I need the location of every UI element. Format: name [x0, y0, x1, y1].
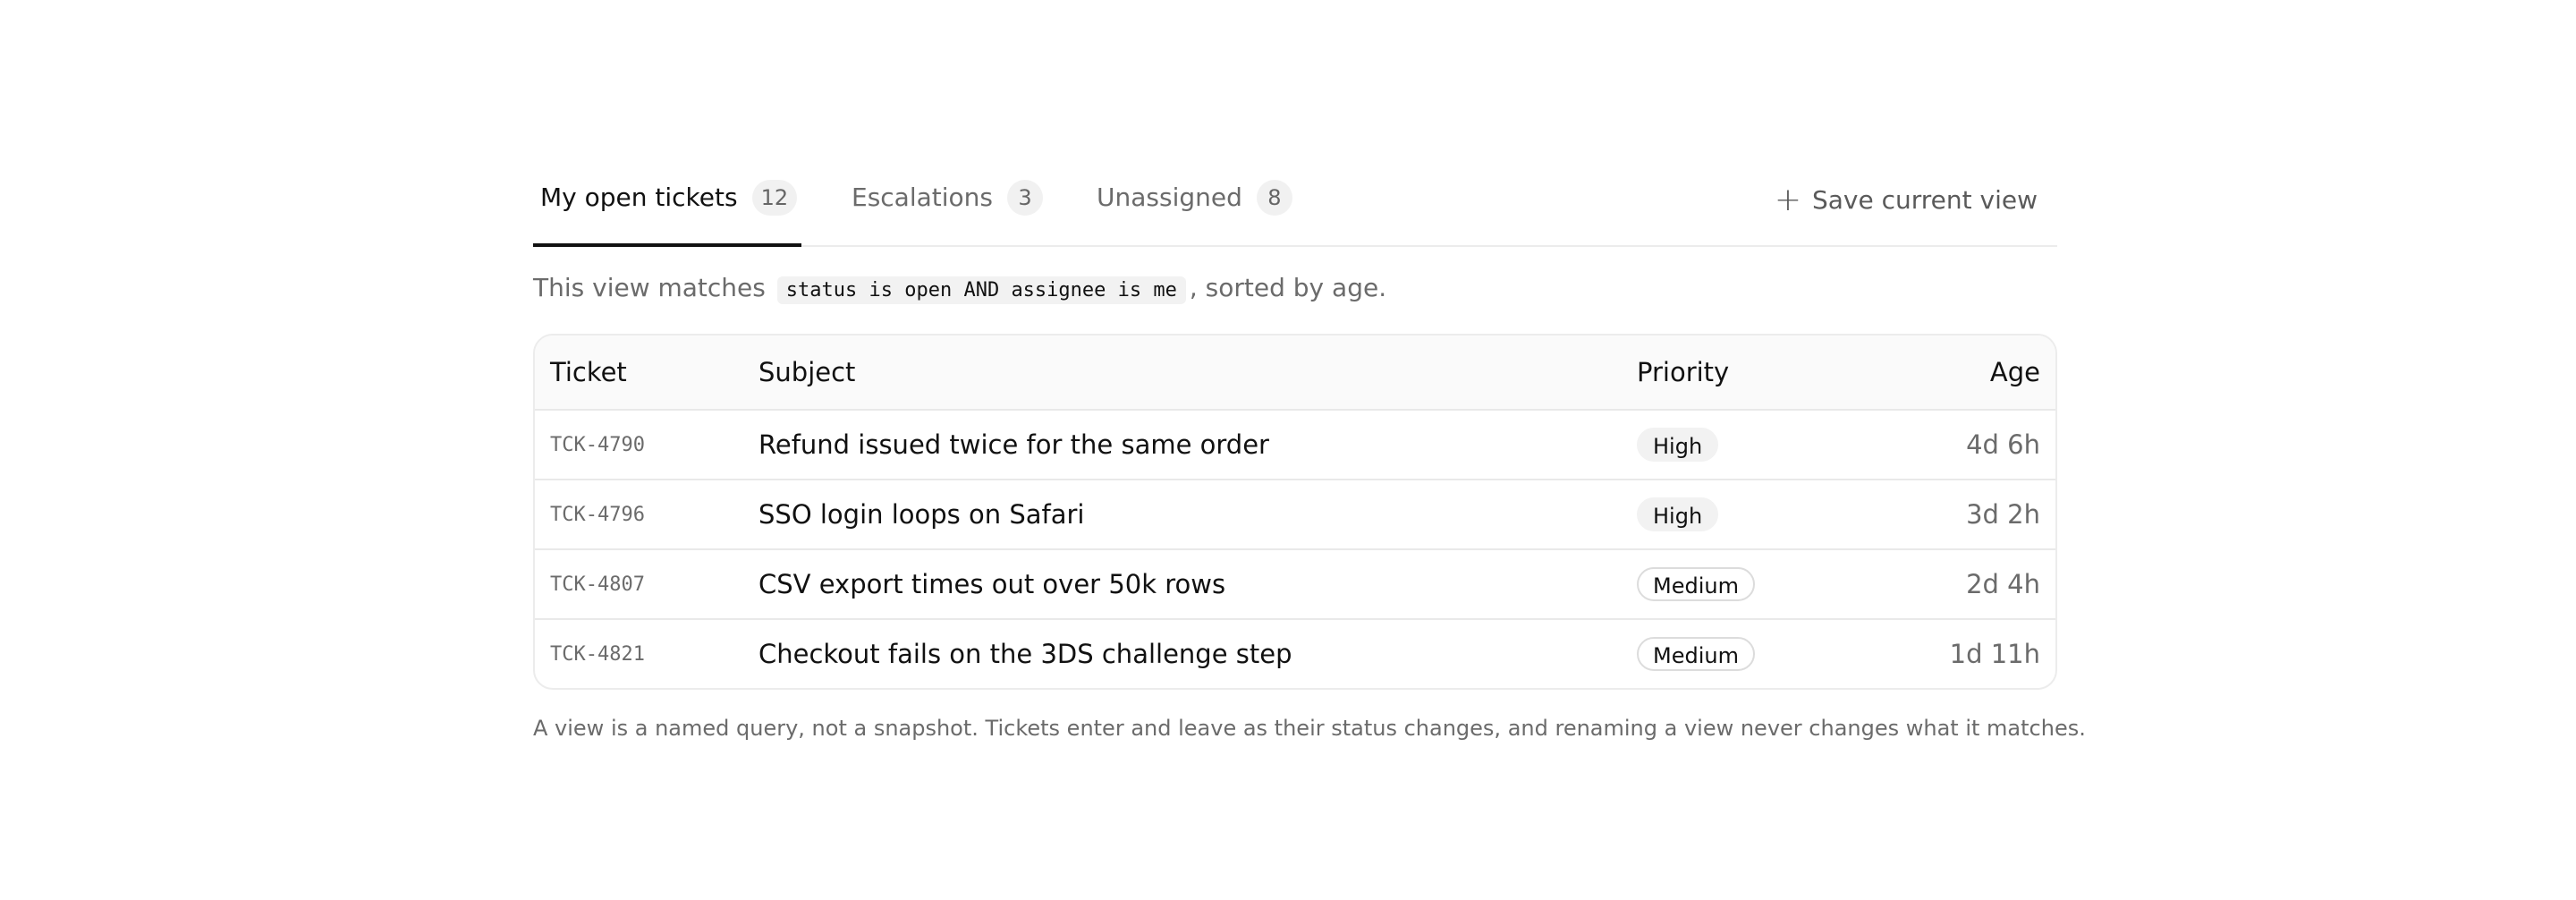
description-prefix: This view matches	[533, 273, 766, 302]
ticket-subject[interactable]: Checkout fails on the 3DS challenge step	[758, 639, 1292, 669]
priority-badge: High	[1637, 497, 1719, 531]
ticket-id[interactable]: TCK-4796	[550, 504, 645, 526]
save-current-view-button[interactable]: + Save current view	[1775, 183, 2038, 218]
ticket-subject[interactable]: SSO login loops on Safari	[758, 499, 1084, 530]
tab-label: Escalations	[852, 183, 993, 212]
column-header-subject[interactable]: Subject	[758, 335, 855, 409]
saved-views-panel: My open tickets 12 Escalations 3 Unassig…	[533, 163, 2086, 743]
tab-count-badge: 8	[1256, 180, 1292, 216]
query-expression: status is open AND assignee is me	[776, 276, 1186, 304]
view-footnote: A view is a named query, not a snapshot.…	[533, 716, 2086, 741]
column-header-priority[interactable]: Priority	[1637, 335, 1729, 409]
column-header-age[interactable]: Age	[1990, 335, 2040, 409]
tickets-table: Ticket Subject Priority Age TCK-4790 Ref…	[533, 334, 2057, 690]
ticket-id[interactable]: TCK-4790	[550, 434, 645, 456]
tab-count-badge: 12	[751, 180, 798, 216]
ticket-age: 1d 11h	[1949, 639, 2040, 669]
save-view-label: Save current view	[1811, 185, 2038, 215]
ticket-subject[interactable]: Refund issued twice for the same order	[758, 429, 1269, 460]
tab-escalations[interactable]: Escalations 3	[852, 163, 1043, 245]
table-header-row: Ticket Subject Priority Age	[535, 335, 2055, 409]
ticket-age: 2d 4h	[1966, 569, 2040, 599]
table-row[interactable]: TCK-4790 Refund issued twice for the sam…	[535, 409, 2055, 479]
ticket-subject[interactable]: CSV export times out over 50k rows	[758, 569, 1225, 599]
table-row[interactable]: TCK-4796 SSO login loops on Safari High …	[535, 479, 2055, 548]
ticket-age: 3d 2h	[1966, 499, 2040, 530]
tab-label: Unassigned	[1097, 183, 1242, 212]
tab-count-badge: 3	[1007, 180, 1043, 216]
tab-label: My open tickets	[540, 183, 738, 212]
table-row[interactable]: TCK-4821 Checkout fails on the 3DS chall…	[535, 618, 2055, 688]
priority-badge: Medium	[1637, 567, 1755, 601]
column-header-ticket[interactable]: Ticket	[550, 335, 627, 409]
table-row[interactable]: TCK-4807 CSV export times out over 50k r…	[535, 548, 2055, 618]
plus-icon: +	[1774, 182, 1801, 218]
tab-unassigned[interactable]: Unassigned 8	[1097, 163, 1292, 245]
tab-my-open-tickets[interactable]: My open tickets 12	[533, 163, 801, 247]
view-tabs: My open tickets 12 Escalations 3 Unassig…	[533, 163, 2057, 247]
priority-badge: Medium	[1637, 637, 1755, 671]
ticket-id[interactable]: TCK-4821	[550, 643, 645, 666]
view-description: This view matches status is open AND ass…	[533, 268, 2057, 310]
ticket-id[interactable]: TCK-4807	[550, 573, 645, 596]
priority-badge: High	[1637, 428, 1719, 462]
description-suffix: , sorted by age.	[1189, 273, 1387, 302]
ticket-age: 4d 6h	[1966, 429, 2040, 460]
